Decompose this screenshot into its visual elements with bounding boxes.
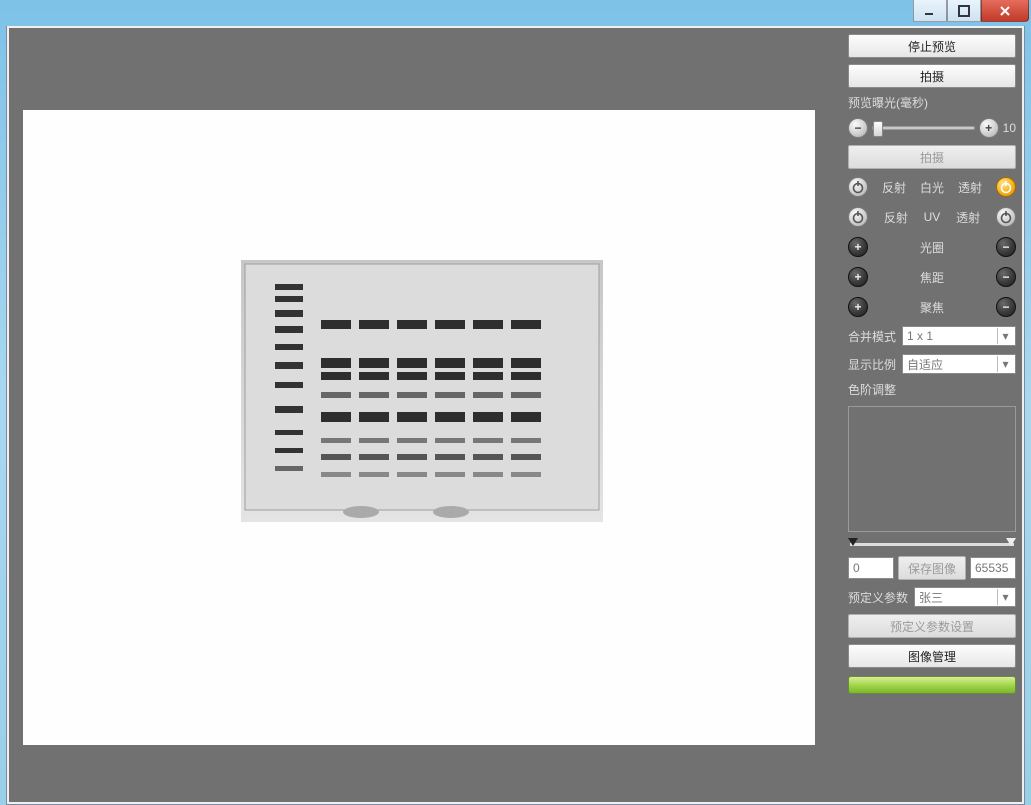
exposure-increase-button[interactable]: + <box>979 118 999 138</box>
exposure-value: 10 <box>1003 121 1016 135</box>
minus-icon: − <box>1002 300 1009 314</box>
histogram-min-input[interactable]: 0 <box>848 557 894 579</box>
uv-reflect-label: 反射 <box>884 209 908 226</box>
preview-exposure-slider: − + 10 <box>848 117 1016 139</box>
focus-minus-button[interactable]: − <box>996 297 1016 317</box>
white-mode-label: 白光 <box>920 179 944 196</box>
client-area: 停止预览 拍摄 预览曝光(毫秒) − + 10 拍摄 反射 白光 透射 反射 U… <box>9 28 1022 802</box>
stop-preview-button[interactable]: 停止预览 <box>848 34 1016 58</box>
preset-row: 预定义参数 张三 ▾ <box>848 586 1016 608</box>
exposure-thumb[interactable] <box>873 121 883 137</box>
uv-mode-label: UV <box>924 210 941 224</box>
minimize-button[interactable] <box>913 0 947 22</box>
focus-label: 聚焦 <box>920 299 944 316</box>
merge-mode-row: 合并模式 1 x 1 ▾ <box>848 325 1016 347</box>
capture-button-disabled: 拍摄 <box>848 145 1016 169</box>
save-image-button: 保存图像 <box>898 556 966 580</box>
histogram-slider[interactable] <box>848 540 1016 550</box>
tone-adjust-label: 色阶调整 <box>848 381 1016 398</box>
display-ratio-select[interactable]: 自适应 ▾ <box>902 354 1016 374</box>
focal-label: 焦距 <box>920 269 944 286</box>
aperture-plus-button[interactable]: + <box>848 237 868 257</box>
focal-row: + 焦距 − <box>848 265 1016 289</box>
histogram-max-input[interactable]: 65535 <box>970 557 1016 579</box>
minus-icon: − <box>1002 240 1009 254</box>
histogram-min-handle[interactable] <box>848 538 858 546</box>
exposure-track[interactable] <box>872 126 975 130</box>
exposure-decrease-button[interactable]: − <box>848 118 868 138</box>
app-frame: 停止预览 拍摄 预览曝光(毫秒) − + 10 拍摄 反射 白光 透射 反射 U… <box>6 26 1025 805</box>
white-reflect-label: 反射 <box>882 179 906 196</box>
white-light-row: 反射 白光 透射 <box>848 175 1016 199</box>
aperture-label: 光圈 <box>920 239 944 256</box>
minus-icon: − <box>1002 270 1009 284</box>
focal-plus-button[interactable]: + <box>848 267 868 287</box>
preset-value: 张三 <box>919 589 943 606</box>
control-panel: 停止预览 拍摄 预览曝光(毫秒) − + 10 拍摄 反射 白光 透射 反射 U… <box>842 28 1022 802</box>
aperture-row: + 光圈 − <box>848 235 1016 259</box>
display-ratio-label: 显示比例 <box>848 356 896 373</box>
aperture-minus-button[interactable]: − <box>996 237 1016 257</box>
histogram-controls: 0 保存图像 65535 <box>848 556 1016 580</box>
plus-icon: + <box>854 300 861 314</box>
preview-exposure-label: 预览曝光(毫秒) <box>848 94 1016 111</box>
gel-image <box>241 260 603 522</box>
plus-icon: + <box>854 240 861 254</box>
maximize-button[interactable] <box>947 0 981 22</box>
chevron-down-icon: ▾ <box>997 356 1013 372</box>
window-titlebar <box>0 0 1031 26</box>
close-button[interactable] <box>981 0 1029 22</box>
preset-select[interactable]: 张三 ▾ <box>914 587 1016 607</box>
display-ratio-row: 显示比例 自适应 ▾ <box>848 353 1016 375</box>
histogram-max-handle[interactable] <box>1006 538 1016 546</box>
uv-light-row: 反射 UV 透射 <box>848 205 1016 229</box>
preview-canvas <box>23 110 815 745</box>
preset-label: 预定义参数 <box>848 589 908 606</box>
chevron-down-icon: ▾ <box>997 328 1013 344</box>
focal-minus-button[interactable]: − <box>996 267 1016 287</box>
merge-mode-select[interactable]: 1 x 1 ▾ <box>902 326 1016 346</box>
white-transmit-power-button[interactable] <box>996 177 1016 197</box>
chevron-down-icon: ▾ <box>997 589 1013 605</box>
histogram-box <box>848 406 1016 532</box>
white-transmit-label: 透射 <box>958 179 982 196</box>
focus-plus-button[interactable]: + <box>848 297 868 317</box>
white-reflect-power-button[interactable] <box>848 177 868 197</box>
uv-transmit-label: 透射 <box>956 209 980 226</box>
capture-button[interactable]: 拍摄 <box>848 64 1016 88</box>
uv-transmit-power-button[interactable] <box>996 207 1016 227</box>
histogram-track <box>850 543 1014 546</box>
display-ratio-value: 自适应 <box>907 356 943 373</box>
merge-mode-value: 1 x 1 <box>907 329 933 343</box>
merge-mode-label: 合并模式 <box>848 328 896 345</box>
image-viewport <box>9 28 842 802</box>
uv-reflect-power-button[interactable] <box>848 207 868 227</box>
minus-icon: − <box>854 121 861 135</box>
preset-settings-button[interactable]: 预定义参数设置 <box>848 614 1016 638</box>
plus-icon: + <box>985 121 992 135</box>
plus-icon: + <box>854 270 861 284</box>
focus-row: + 聚焦 − <box>848 295 1016 319</box>
image-manage-button[interactable]: 图像管理 <box>848 644 1016 668</box>
progress-bar <box>848 676 1016 694</box>
